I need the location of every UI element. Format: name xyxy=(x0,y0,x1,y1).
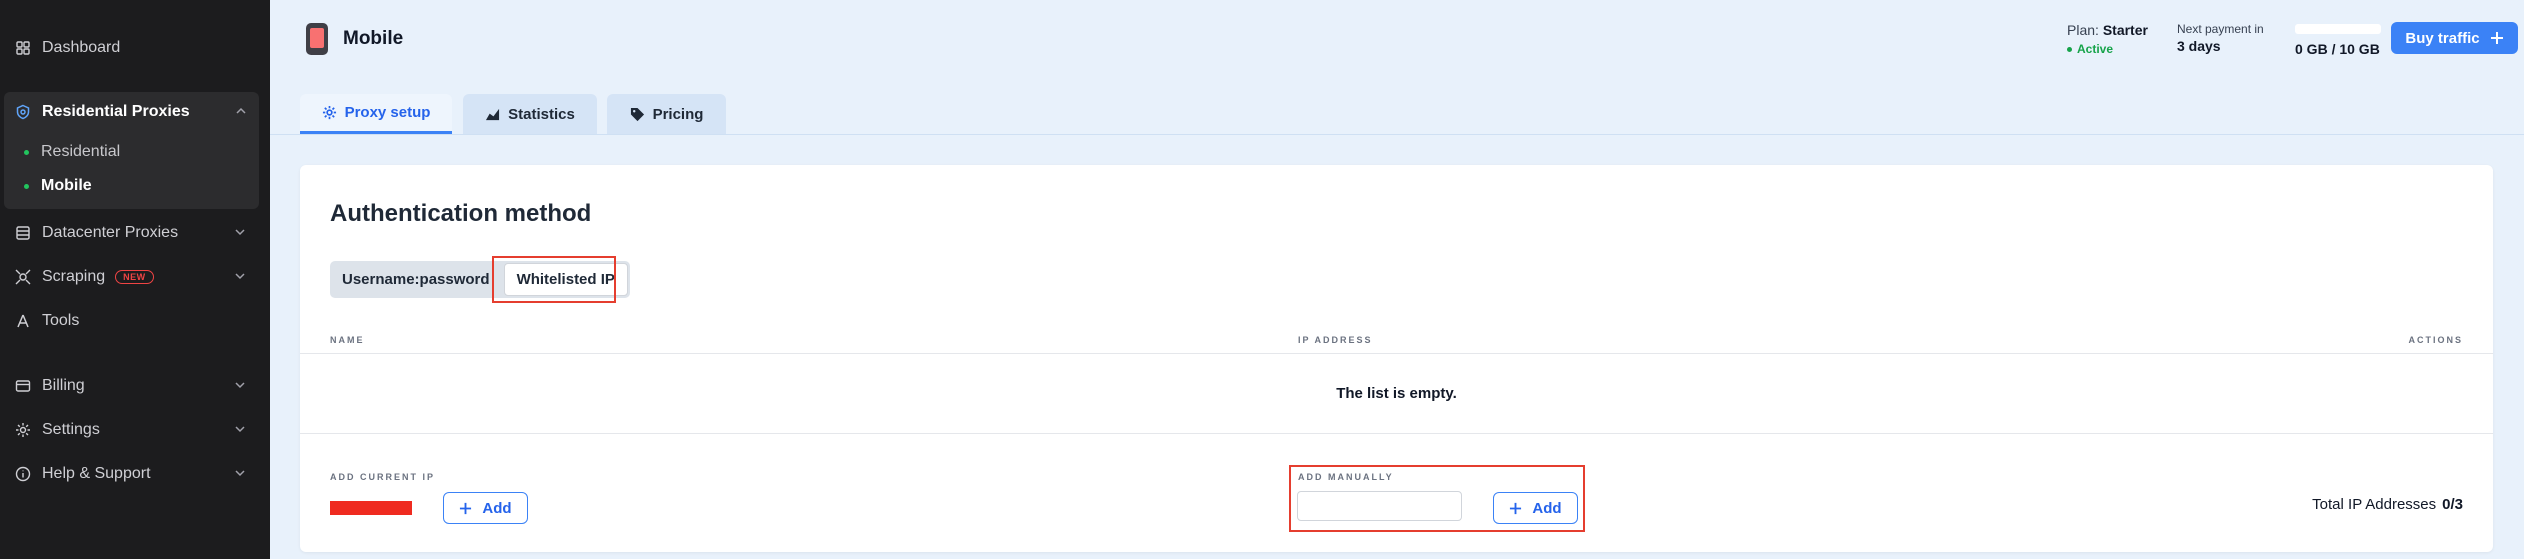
column-header-ip-address: IP ADDRESS xyxy=(1298,335,1373,345)
sidebar-item-residential-proxies[interactable]: Residential Proxies xyxy=(4,92,259,132)
plan-value: Starter xyxy=(2102,22,2148,38)
plan-label: Plan: xyxy=(2067,22,2099,38)
total-ip-value: 0/3 xyxy=(2442,496,2463,513)
chevron-down-icon xyxy=(235,470,245,477)
add-button-label: Add xyxy=(1532,499,1562,517)
add-current-ip-label: ADD CURRENT IP xyxy=(330,472,436,482)
auth-method-toggle: Username:password Whitelisted IP xyxy=(330,261,630,298)
traffic-progress-bar xyxy=(2295,24,2381,34)
sidebar-item-label: Datacenter Proxies xyxy=(42,224,179,241)
sidebar-item-label: Dashboard xyxy=(42,39,121,56)
sidebar-item-label: Residential xyxy=(41,143,121,160)
empty-list-message: The list is empty. xyxy=(1336,385,1457,402)
chevron-down-icon xyxy=(235,229,245,236)
buy-traffic-label: Buy traffic xyxy=(2405,29,2480,47)
plus-icon xyxy=(1510,502,1522,514)
chevron-down-icon xyxy=(235,382,245,389)
sidebar-item-billing[interactable]: Billing xyxy=(0,366,270,406)
plan-status: Active xyxy=(2067,42,2148,56)
redacted-ip-value xyxy=(330,501,412,515)
add-manual-ip-button[interactable]: Add xyxy=(1493,492,1578,524)
manual-ip-input[interactable] xyxy=(1297,491,1462,521)
sidebar-subitem-mobile[interactable]: Mobile xyxy=(24,172,92,200)
info-icon xyxy=(14,465,32,483)
tab-statistics[interactable]: Statistics xyxy=(463,94,597,134)
sidebar-item-settings[interactable]: Settings xyxy=(0,410,270,450)
new-badge: NEW xyxy=(115,270,154,284)
shield-icon xyxy=(14,103,32,121)
sidebar-item-label: Mobile xyxy=(41,177,92,194)
tab-label: Pricing xyxy=(652,105,704,123)
page-title: Mobile xyxy=(343,28,404,49)
sidebar-item-label: Billing xyxy=(42,377,85,394)
sidebar-item-help-support[interactable]: Help & Support xyxy=(0,454,270,494)
credit-card-icon xyxy=(14,377,32,395)
chart-icon xyxy=(486,108,500,120)
sidebar-item-label: Residential Proxies xyxy=(42,103,190,120)
bug-icon xyxy=(14,268,32,286)
sidebar-item-label: Scraping xyxy=(42,268,106,285)
sidebar-item-datacenter-proxies[interactable]: Datacenter Proxies xyxy=(0,213,270,253)
add-button-label: Add xyxy=(482,499,512,517)
add-current-ip-button[interactable]: Add xyxy=(443,492,528,524)
sidebar-item-scraping[interactable]: Scraping NEW xyxy=(0,257,270,297)
table-divider xyxy=(300,433,2493,434)
payment-value: 3 days xyxy=(2177,38,2221,54)
payment-label: Next payment in xyxy=(2177,22,2264,36)
payment-info: Next payment in 3 days xyxy=(2177,22,2264,54)
total-ip-label: Total IP Addresses xyxy=(2312,496,2437,513)
tools-icon xyxy=(14,312,32,330)
plus-icon xyxy=(2490,32,2503,44)
tab-label: Proxy setup xyxy=(344,104,431,121)
tag-icon xyxy=(630,107,644,121)
gear-icon xyxy=(322,105,336,120)
authentication-card: Authentication method Username:password … xyxy=(300,165,2493,552)
chevron-down-icon xyxy=(235,426,245,433)
column-header-actions: ACTIONS xyxy=(2408,335,2463,345)
gear-icon xyxy=(14,421,32,439)
sidebar-item-label: Help & Support xyxy=(42,465,151,482)
chevron-down-icon xyxy=(235,273,245,280)
sidebar-item-dashboard[interactable]: Dashboard xyxy=(0,28,270,68)
chevron-up-icon xyxy=(236,107,246,114)
status-dot xyxy=(24,149,29,155)
traffic-usage: 0 GB / 10 GB xyxy=(2295,24,2381,57)
plus-icon xyxy=(460,502,472,514)
sidebar-subitem-residential[interactable]: Residential xyxy=(24,138,120,166)
add-manually-label: ADD MANUALLY xyxy=(1298,472,1394,482)
table-divider xyxy=(300,353,2493,354)
sidebar-item-tools[interactable]: Tools xyxy=(0,301,270,341)
status-dot xyxy=(24,183,29,189)
auth-option-whitelisted-ip[interactable]: Whitelisted IP xyxy=(503,263,628,296)
status-text: Active xyxy=(2077,42,2114,56)
sidebar-item-label: Settings xyxy=(42,421,100,438)
plan-info: Plan: Starter Active xyxy=(2067,22,2148,56)
total-ip-addresses: Total IP Addresses 0/3 xyxy=(2312,496,2463,513)
column-header-name: NAME xyxy=(330,335,365,345)
tab-label: Statistics xyxy=(508,105,575,123)
section-title: Authentication method xyxy=(330,200,592,227)
buy-traffic-button[interactable]: Buy traffic xyxy=(2391,22,2518,54)
tab-pricing[interactable]: Pricing xyxy=(607,94,726,134)
auth-option-username-password[interactable]: Username:password xyxy=(330,261,502,298)
sidebar-item-label: Tools xyxy=(42,312,80,329)
residential-proxies-group: Residential Proxies Residential Mobile xyxy=(4,92,259,209)
grid-icon xyxy=(14,39,32,57)
page-header: Mobile Plan: Starter Active Next payment… xyxy=(270,0,2524,78)
mobile-phone-icon xyxy=(306,23,328,55)
sidebar: Dashboard Residential Proxies Residentia… xyxy=(0,0,270,559)
tabs-divider xyxy=(270,134,2524,135)
tab-proxy-setup[interactable]: Proxy setup xyxy=(300,94,452,134)
server-icon xyxy=(14,224,32,242)
traffic-value: 0 GB / 10 GB xyxy=(2295,41,2380,57)
